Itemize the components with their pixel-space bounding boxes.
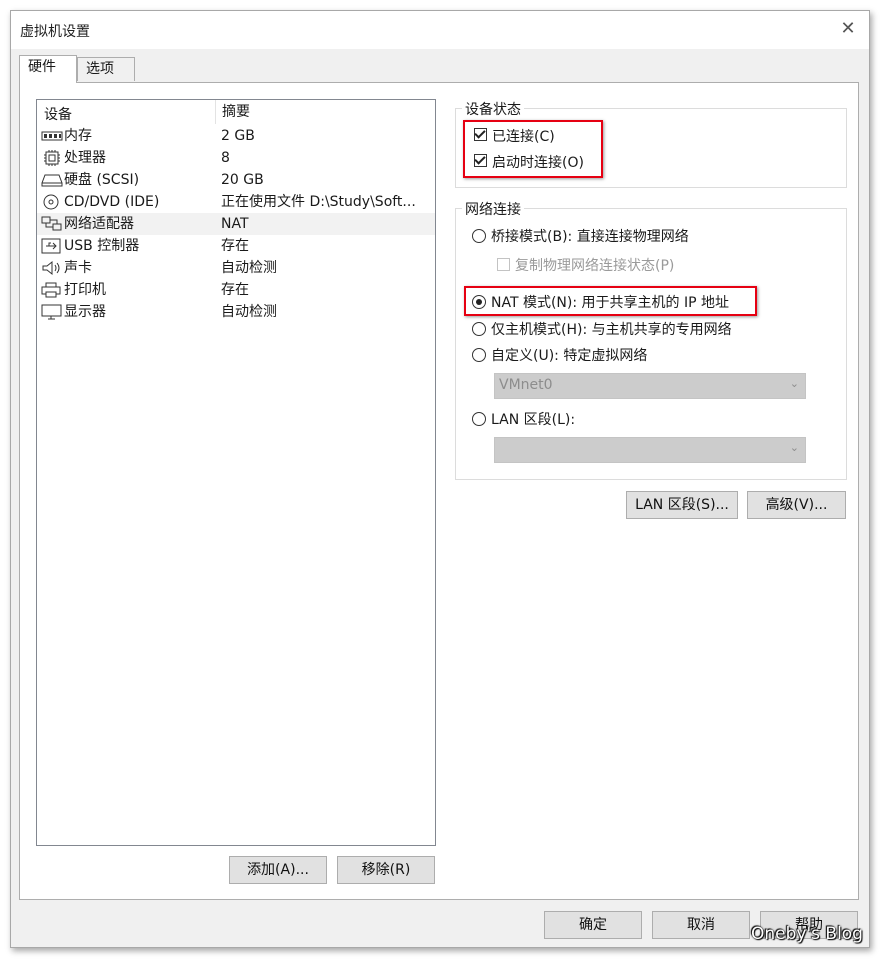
device-row-memory[interactable]: 内存 2 GB — [37, 125, 435, 147]
device-name: CD/DVD (IDE) — [64, 194, 160, 210]
device-name: 硬盘 (SCSI) — [64, 172, 140, 188]
hard-disk-icon — [41, 174, 63, 187]
host-only-radio[interactable] — [472, 322, 486, 336]
device-row-processor[interactable]: 处理器 8 — [37, 147, 435, 169]
memory-icon — [41, 131, 63, 141]
device-row-network-adapter[interactable]: 网络适配器 NAT — [37, 213, 435, 235]
device-list[interactable]: 设备 摘要 内存 2 GB 处理器 8 硬盘 (SCSI) 20 GB CD/D… — [36, 99, 436, 846]
device-row-printer[interactable]: 打印机 存在 — [37, 279, 435, 301]
device-row-hard-disk[interactable]: 硬盘 (SCSI) 20 GB — [37, 169, 435, 191]
device-row-display[interactable]: 显示器 自动检测 — [37, 301, 435, 323]
column-header-device[interactable]: 设备 — [44, 104, 72, 124]
device-summary: 存在 — [221, 282, 249, 298]
processor-icon — [44, 150, 60, 166]
network-connection-title: 网络连接 — [462, 199, 524, 219]
device-summary: 自动检测 — [221, 260, 277, 276]
device-status-title: 设备状态 — [462, 99, 524, 119]
lan-segments-button[interactable]: LAN 区段(S)... — [626, 491, 738, 519]
custom-network-value: VMnet0 — [499, 377, 553, 393]
ok-button[interactable]: 确定 — [544, 911, 642, 939]
device-name: 处理器 — [64, 150, 106, 166]
device-name: USB 控制器 — [64, 238, 140, 254]
advanced-button[interactable]: 高级(V)... — [747, 491, 846, 519]
cd-dvd-icon — [43, 194, 59, 210]
device-summary: 正在使用文件 D:\Study\Soft... — [221, 194, 416, 210]
replicate-state-checkbox[interactable] — [497, 258, 510, 271]
sound-card-icon — [42, 260, 60, 276]
device-summary: 自动检测 — [221, 304, 277, 320]
lan-segment-radio[interactable] — [472, 412, 486, 426]
custom-radio[interactable] — [472, 348, 486, 362]
device-list-header: 设备 摘要 — [37, 100, 435, 124]
device-summary: 20 GB — [221, 172, 264, 188]
network-adapter-icon — [41, 216, 62, 231]
close-icon[interactable]: ✕ — [837, 17, 859, 41]
hardware-panel: 设备 摘要 内存 2 GB 处理器 8 硬盘 (SCSI) 20 GB CD/D… — [19, 82, 859, 900]
highlight-box-device-status — [463, 120, 603, 178]
device-row-sound-card[interactable]: 声卡 自动检测 — [37, 257, 435, 279]
device-name: 声卡 — [64, 260, 92, 276]
column-header-summary[interactable]: 摘要 — [215, 100, 250, 124]
remove-button[interactable]: 移除(R) — [337, 856, 435, 884]
chevron-down-icon: ⌄ — [789, 377, 799, 390]
chevron-down-icon: ⌄ — [789, 441, 799, 454]
bridged-label[interactable]: 桥接模式(B): 直接连接物理网络 — [491, 226, 689, 246]
device-name: 内存 — [64, 128, 92, 144]
bridged-radio[interactable] — [472, 229, 486, 243]
device-name: 显示器 — [64, 304, 106, 320]
device-name: 网络适配器 — [64, 216, 134, 232]
device-summary: 2 GB — [221, 128, 255, 144]
replicate-state-label[interactable]: 复制物理网络连接状态(P) — [515, 255, 674, 275]
custom-label[interactable]: 自定义(U): 特定虚拟网络 — [491, 345, 647, 365]
window-title: 虚拟机设置 — [20, 24, 90, 40]
add-button[interactable]: 添加(A)... — [229, 856, 327, 884]
custom-network-select[interactable]: VMnet0 ⌄ — [494, 373, 806, 399]
tab-options[interactable]: 选项 — [77, 57, 135, 81]
lan-segment-label[interactable]: LAN 区段(L): — [491, 409, 575, 429]
device-name: 打印机 — [64, 282, 106, 298]
tab-hardware[interactable]: 硬件 — [19, 55, 77, 83]
highlight-box-nat — [464, 286, 757, 316]
device-summary: 存在 — [221, 238, 249, 254]
cancel-button[interactable]: 取消 — [652, 911, 750, 939]
vm-settings-dialog: 虚拟机设置 ✕ 硬件 选项 设备 摘要 内存 2 GB 处理器 8 硬盘 (SC… — [10, 10, 870, 948]
title-bar: 虚拟机设置 ✕ — [11, 11, 869, 49]
blog-watermark: Oneby's Blog — [751, 924, 863, 944]
device-summary: NAT — [221, 216, 249, 232]
device-row-usb-controller[interactable]: USB 控制器 存在 — [37, 235, 435, 257]
printer-icon — [41, 282, 61, 298]
device-summary: 8 — [221, 150, 230, 166]
host-only-label[interactable]: 仅主机模式(H): 与主机共享的专用网络 — [491, 319, 732, 339]
device-row-cd-dvd[interactable]: CD/DVD (IDE) 正在使用文件 D:\Study\Soft... — [37, 191, 435, 213]
lan-segment-select[interactable]: ⌄ — [494, 437, 806, 463]
usb-icon — [41, 238, 61, 254]
display-icon — [41, 304, 62, 320]
